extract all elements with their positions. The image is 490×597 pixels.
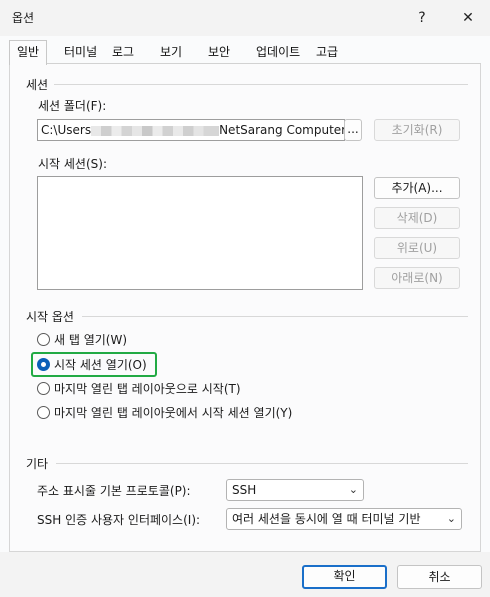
other-group-line <box>56 463 468 464</box>
default-protocol-label: 주소 표시줄 기본 프로토콜(P): <box>37 484 191 498</box>
session-folder-path-start: C:\Users <box>41 123 92 137</box>
session-group-line <box>54 84 468 85</box>
reset-button[interactable]: 초기화(R) <box>374 119 460 141</box>
radio-last-layout-startup-label: 마지막 열린 탭 레이아웃에서 시작 세션 열기(Y) <box>54 406 293 420</box>
default-protocol-value: SSH <box>232 483 257 497</box>
default-protocol-select[interactable]: SSH ⌄ <box>226 479 364 501</box>
move-up-button[interactable]: 위로(U) <box>374 237 460 259</box>
radio-open-startup-session[interactable]: 시작 세션 열기(O) <box>37 356 147 374</box>
move-down-button[interactable]: 아래로(N) <box>374 267 460 289</box>
ssh-auth-ui-label: SSH 인증 사용자 인터페이스(I): <box>37 513 201 527</box>
redacted-path-segment <box>91 125 220 136</box>
session-folder-label: 세션 폴더(F): <box>38 99 107 113</box>
tab-security[interactable]: 보안 <box>203 43 235 63</box>
delete-session-button[interactable]: 삭제(D) <box>374 207 460 229</box>
cancel-button[interactable]: 취소 <box>397 565 482 589</box>
tab-update[interactable]: 업데이트 <box>251 43 305 63</box>
radio-last-layout-label: 마지막 열린 탭 레이아웃으로 시작(T) <box>54 382 241 396</box>
startup-options-group-label: 시작 옵션 <box>26 310 74 324</box>
radio-new-tab[interactable]: 새 탭 열기(W) <box>37 331 127 349</box>
close-button[interactable]: ✕ <box>456 6 480 30</box>
radio-open-startup-session-label: 시작 세션 열기(O) <box>54 358 147 372</box>
tab-terminal[interactable]: 터미널 <box>59 43 102 63</box>
radio-new-tab-label: 새 탭 열기(W) <box>54 333 128 347</box>
startup-session-label: 시작 세션(S): <box>38 157 107 171</box>
radio-unchecked-icon <box>37 333 50 346</box>
other-group-label: 기타 <box>26 457 49 471</box>
radio-unchecked-icon <box>37 406 50 419</box>
ssh-auth-ui-value: 여러 세션을 동시에 열 때 터미널 기반 <box>232 512 421 526</box>
tab-general[interactable]: 일반 <box>9 40 48 65</box>
ssh-auth-ui-select[interactable]: 여러 세션을 동시에 열 때 터미널 기반 ⌄ <box>226 508 462 530</box>
tab-advanced[interactable]: 고급 <box>311 43 343 63</box>
radio-unchecked-icon <box>37 382 50 395</box>
add-session-button[interactable]: 추가(A)... <box>374 177 460 199</box>
ok-button[interactable]: 확인 <box>302 565 387 589</box>
chevron-down-icon: ⌄ <box>348 483 358 496</box>
window-title: 옵션 <box>12 11 35 25</box>
help-button[interactable]: ? <box>410 6 434 30</box>
browse-folder-button[interactable]: ... <box>344 119 362 141</box>
tab-view[interactable]: 보기 <box>155 43 187 63</box>
tab-log[interactable]: 로그 <box>107 43 139 63</box>
session-folder-path-end: NetSarang Computer\8 <box>219 123 345 137</box>
radio-last-layout[interactable]: 마지막 열린 탭 레이아웃으로 시작(T) <box>37 380 241 398</box>
startup-session-list[interactable] <box>37 176 363 290</box>
chevron-down-icon: ⌄ <box>446 512 456 525</box>
startup-options-group-line <box>82 316 468 317</box>
radio-checked-icon <box>37 358 50 371</box>
session-folder-field[interactable]: C:\Users NetSarang Computer\8 <box>37 119 345 141</box>
session-group-label: 세션 <box>26 78 49 92</box>
radio-last-layout-startup[interactable]: 마지막 열린 탭 레이아웃에서 시작 세션 열기(Y) <box>37 404 292 422</box>
